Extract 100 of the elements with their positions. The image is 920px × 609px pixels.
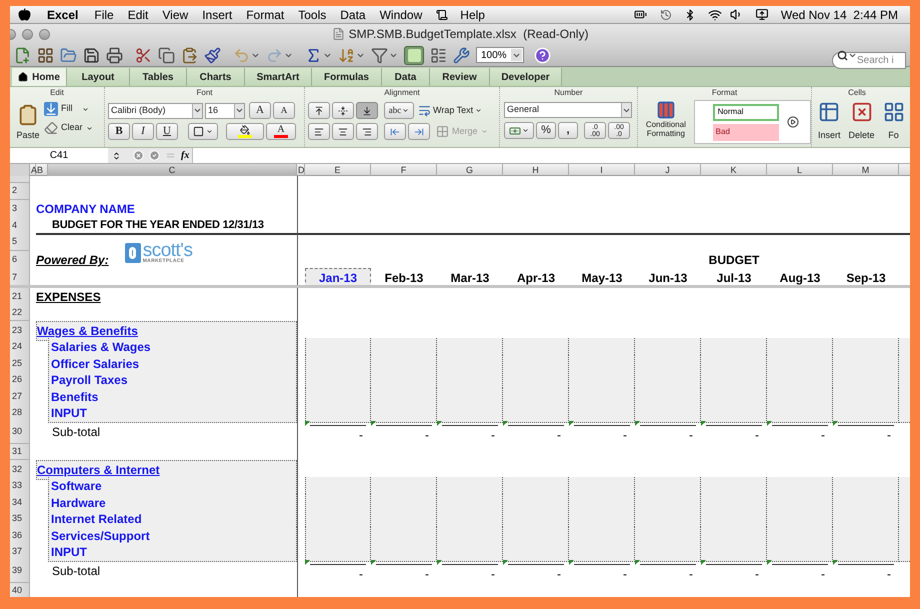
row-header[interactable]: 22 bbox=[10, 305, 30, 321]
menu-item[interactable]: Excel bbox=[47, 6, 78, 24]
increase-indent-button[interactable] bbox=[408, 123, 430, 140]
menu-item[interactable]: Window bbox=[380, 6, 422, 24]
menu-item[interactable]: Format bbox=[246, 6, 284, 24]
menu-item[interactable]: View bbox=[162, 6, 188, 24]
paste-button[interactable]: Paste bbox=[12, 99, 44, 147]
ribbon-tab[interactable]: Developer bbox=[490, 68, 562, 86]
menu-clock[interactable]: Wed Nov 14 2:44 PM bbox=[780, 6, 898, 24]
row-header[interactable]: 5 bbox=[10, 234, 30, 251]
input-cell[interactable] bbox=[503, 404, 569, 423]
input-cell[interactable] bbox=[503, 543, 569, 562]
input-cell[interactable] bbox=[371, 543, 437, 562]
copy-icon[interactable] bbox=[158, 46, 175, 64]
number-format-field[interactable]: General bbox=[504, 102, 632, 118]
menu-item[interactable]: Insert bbox=[202, 6, 232, 24]
filter-icon[interactable] bbox=[371, 46, 388, 64]
percent-button[interactable]: % bbox=[536, 122, 556, 139]
clock-icon[interactable] bbox=[660, 8, 672, 20]
enter-icon[interactable] bbox=[149, 150, 160, 161]
print-icon[interactable] bbox=[106, 46, 123, 64]
input-cell[interactable] bbox=[833, 543, 899, 562]
fill-color-button[interactable] bbox=[226, 123, 264, 140]
ribbon-tab[interactable]: Tables bbox=[130, 68, 187, 86]
month-header[interactable]: Aug-13 bbox=[767, 268, 833, 288]
input-cell[interactable] bbox=[701, 404, 767, 423]
ribbon-tab[interactable]: Review bbox=[430, 68, 490, 86]
cell-style[interactable]: Normal bbox=[712, 104, 779, 120]
formula-field[interactable] bbox=[192, 148, 910, 163]
row-header[interactable]: 2 bbox=[10, 183, 30, 200]
menu-item[interactable]: File bbox=[94, 6, 114, 24]
currency-button[interactable] bbox=[504, 122, 534, 139]
new-document-icon[interactable] bbox=[14, 46, 31, 64]
help-icon[interactable] bbox=[534, 46, 551, 64]
menu-item[interactable]: Data bbox=[340, 6, 366, 24]
comma-button[interactable]: , bbox=[558, 122, 578, 139]
fill-button[interactable]: Fill bbox=[44, 102, 93, 116]
zoom-field[interactable]: 100% bbox=[476, 47, 524, 63]
sort-icon[interactable] bbox=[338, 46, 355, 64]
ribbon-tab[interactable]: Charts bbox=[187, 68, 245, 86]
month-header[interactable]: Feb-13 bbox=[371, 268, 437, 288]
align-left-button[interactable] bbox=[308, 123, 330, 140]
month-header[interactable]: Sep-13 bbox=[833, 268, 899, 288]
italic-button[interactable]: I bbox=[132, 123, 154, 140]
row-header[interactable]: 31 bbox=[10, 444, 30, 460]
name-box[interactable]: C41 bbox=[10, 148, 108, 163]
scroll-icon[interactable] bbox=[436, 8, 448, 20]
more-styles-icon[interactable] bbox=[786, 116, 799, 128]
volume-icon[interactable] bbox=[730, 8, 743, 21]
save-icon[interactable] bbox=[83, 46, 100, 64]
dropdown-button[interactable] bbox=[192, 104, 202, 118]
input-cell[interactable] bbox=[569, 404, 635, 423]
display-icon[interactable] bbox=[754, 8, 769, 21]
dropdown-button[interactable] bbox=[621, 103, 631, 117]
input-cell[interactable] bbox=[437, 404, 503, 423]
dropdown-button[interactable] bbox=[234, 104, 244, 118]
month-header[interactable]: Apr-13 bbox=[503, 268, 569, 288]
menu-item[interactable]: Help bbox=[460, 6, 485, 24]
menu-item[interactable]: Tools bbox=[298, 6, 326, 24]
ribbon-tab[interactable]: Formulas bbox=[312, 68, 382, 86]
row-header[interactable]: 30 bbox=[10, 420, 30, 444]
align-center-button[interactable] bbox=[332, 123, 354, 140]
orientation-button[interactable]: abc bbox=[384, 102, 414, 119]
cells-button[interactable]: Delete bbox=[848, 101, 875, 142]
wrap-text-button[interactable]: Wrap Text bbox=[418, 104, 482, 118]
input-cell[interactable] bbox=[635, 404, 701, 423]
ribbon-tab[interactable]: SmartArt bbox=[245, 68, 312, 86]
apple-icon[interactable] bbox=[18, 8, 31, 21]
input-cell[interactable] bbox=[569, 543, 635, 562]
row-header[interactable]: 6 bbox=[10, 251, 30, 269]
decrease-indent-button[interactable] bbox=[384, 123, 406, 140]
row-header[interactable]: 40 bbox=[10, 582, 30, 597]
input-cell[interactable] bbox=[899, 543, 910, 562]
cell-style[interactable]: Bad bbox=[712, 124, 779, 140]
format-painter-icon[interactable] bbox=[204, 46, 221, 64]
ribbon-tab[interactable]: Layout bbox=[67, 68, 130, 86]
row-header[interactable]: 39 bbox=[10, 560, 30, 582]
clear-button[interactable]: Clear bbox=[44, 121, 93, 135]
input-cell[interactable] bbox=[305, 404, 371, 423]
bold-button[interactable]: B bbox=[108, 123, 130, 140]
undo-icon[interactable] bbox=[233, 46, 250, 64]
formula-builder-button[interactable] bbox=[404, 46, 424, 64]
cells-button[interactable]: Insert bbox=[818, 101, 841, 142]
conditional-formatting-button[interactable]: Conditional Formatting bbox=[640, 100, 692, 138]
toolbox-icon[interactable] bbox=[453, 46, 470, 64]
battery-icon[interactable] bbox=[632, 8, 648, 21]
gallery-icon[interactable] bbox=[37, 46, 54, 64]
grow-font-button[interactable]: A bbox=[249, 102, 271, 119]
row-header[interactable] bbox=[10, 176, 30, 183]
media-browser-icon[interactable] bbox=[430, 46, 447, 64]
cut-icon[interactable] bbox=[135, 46, 152, 64]
input-cell[interactable] bbox=[767, 543, 833, 562]
input-cell[interactable] bbox=[701, 543, 767, 562]
menu-item[interactable]: Edit bbox=[128, 6, 148, 24]
input-cell[interactable] bbox=[437, 543, 503, 562]
row-header[interactable]: 21 bbox=[10, 288, 30, 306]
align-middle-button[interactable] bbox=[332, 102, 354, 119]
borders-button[interactable] bbox=[188, 123, 218, 140]
search-field[interactable]: Search i bbox=[832, 52, 906, 68]
align-top-button[interactable] bbox=[308, 102, 330, 119]
